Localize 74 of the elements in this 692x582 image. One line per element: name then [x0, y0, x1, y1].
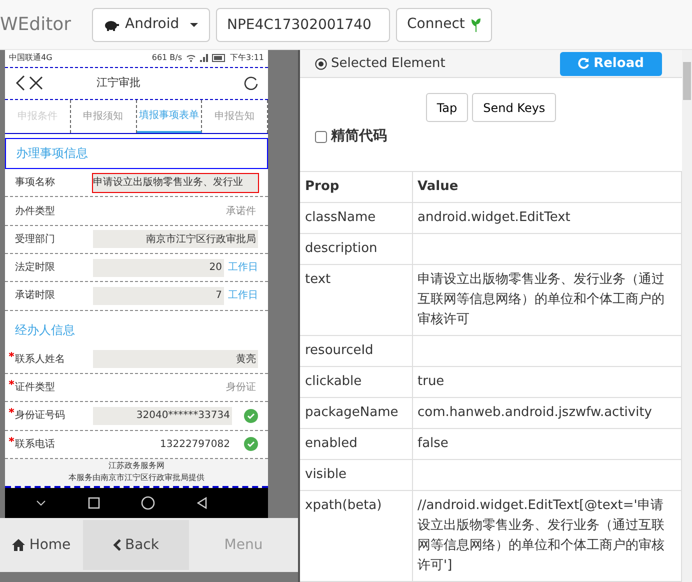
field-label: 事项名称: [14, 176, 56, 190]
clock-time: 下午3:11: [230, 52, 264, 64]
prop-cell: visible: [300, 460, 412, 490]
field-value[interactable]: 20: [93, 258, 224, 277]
unit-label: 工作日: [228, 261, 258, 276]
field-label: 身份证号码: [9, 408, 89, 424]
screen-title: 江宁审批: [96, 74, 140, 91]
network-speed: 661 B/s: [152, 52, 182, 64]
field-value[interactable]: 身份证: [93, 378, 258, 397]
action-button[interactable]: Tap: [426, 93, 468, 122]
field-label: 受理部门: [14, 232, 56, 247]
field-label: 法定时限: [14, 260, 56, 276]
section-title: 经办人信息: [14, 322, 76, 340]
field-value[interactable]: 黄亮: [93, 350, 258, 368]
chevron-left-icon: [113, 539, 121, 551]
field-value[interactable]: 南京市江宁区行政审批局: [93, 230, 258, 248]
caret-icon: [189, 22, 199, 28]
field-label: 办件类型: [14, 204, 56, 219]
footer-text: 江苏政务服务网: [108, 460, 164, 472]
field-label: 联系电话: [9, 436, 89, 452]
signal-icon: [200, 54, 208, 62]
field-label: 承诺时限: [14, 288, 56, 304]
value-cell: true: [412, 366, 682, 398]
asterisk-icon: [9, 408, 14, 414]
prop-cell: className: [300, 202, 412, 234]
close-icon[interactable]: [28, 76, 43, 90]
app-title: WEditor: [0, 13, 72, 37]
asterisk-icon: [9, 436, 14, 442]
compact-checkbox[interactable]: [315, 130, 327, 142]
field-label: 证件类型: [9, 380, 89, 396]
section-title: 办理事项信息: [5, 138, 268, 170]
action-button[interactable]: Send Keys: [472, 93, 556, 122]
unit-label: 工作日: [228, 289, 258, 304]
house-icon: [12, 539, 26, 551]
checkbox-label: 精简代码: [331, 127, 387, 146]
serial-field[interactable]: NPE4C17302001740: [216, 8, 390, 42]
circle-icon[interactable]: [141, 496, 156, 510]
prop-cell: xpath(beta): [300, 490, 412, 582]
asterisk-icon: [9, 352, 14, 357]
column-header: Prop: [300, 172, 412, 202]
field-value[interactable]: 13222797082: [93, 435, 232, 454]
prop-cell: resourceId: [300, 336, 412, 366]
value-cell: 申请设立出版物零售业务、发行业务（通过互联网等信息网络）的单位和个体工商户的审核许可: [412, 264, 682, 336]
scrollbar-thumb[interactable]: [683, 62, 691, 100]
field-value[interactable]: 32040******33734: [93, 406, 232, 425]
connect-button[interactable]: Connect: [396, 8, 492, 42]
leaf-icon: [470, 18, 481, 32]
scrollbar[interactable]: [682, 50, 692, 582]
carrier-label: 中国联通4G: [9, 52, 52, 64]
value-cell: false: [412, 428, 682, 460]
triangle-icon[interactable]: [197, 496, 208, 509]
refresh-icon[interactable]: [244, 76, 258, 90]
prop-cell: packageName: [300, 398, 412, 428]
asterisk-icon: [9, 380, 14, 386]
column-header: Value: [412, 172, 682, 202]
platform-dropdown[interactable]: Android: [92, 8, 210, 42]
footer-text: 本服务由南京市江宁区行政审批局提供: [68, 472, 204, 484]
back-button[interactable]: Back: [83, 520, 189, 570]
field-value[interactable]: 7: [93, 286, 224, 305]
field-label: 联系人姓名: [9, 352, 89, 367]
value-cell: com.hanweb.android.jszwfw.activity: [412, 398, 682, 428]
refresh-icon: [578, 58, 590, 69]
wifi-icon: [186, 54, 196, 62]
panel-title: Selected Element: [331, 54, 446, 73]
field-value[interactable]: 申请设立出版物零售业务、发行业: [93, 174, 258, 192]
prop-cell: enabled: [300, 428, 412, 460]
prop-cell: clickable: [300, 366, 412, 398]
prop-cell: description: [300, 234, 412, 264]
battery-icon: [212, 54, 226, 62]
piggy-bank-icon: [103, 18, 119, 30]
square-icon[interactable]: [88, 496, 100, 509]
value-cell: android.widget.EditText: [412, 202, 682, 234]
prop-cell: text: [300, 264, 412, 336]
chevron-down-icon[interactable]: [36, 500, 46, 506]
